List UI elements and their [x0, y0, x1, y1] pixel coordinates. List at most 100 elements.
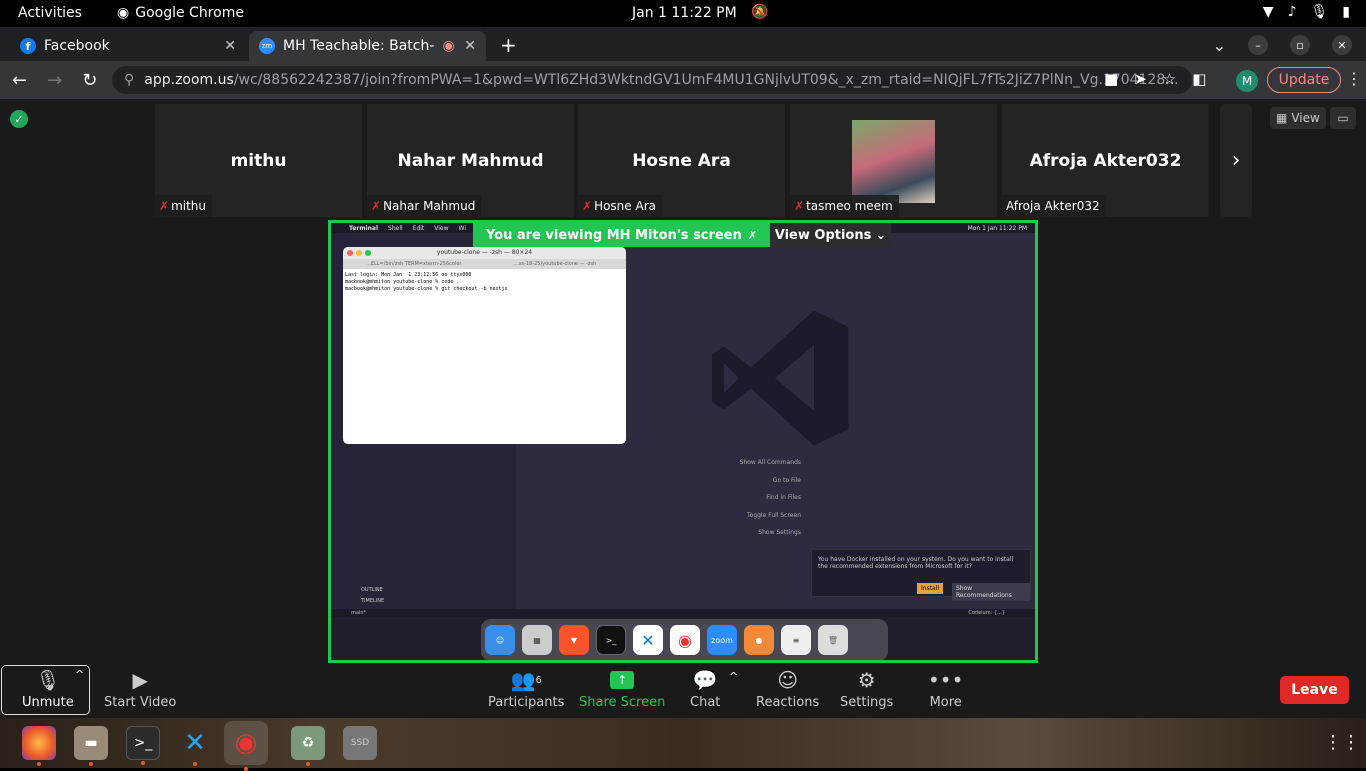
firefox-icon[interactable]: [22, 726, 56, 766]
share-screen-label: Share Screen: [579, 695, 666, 710]
view-options-button[interactable]: View Options ⌄: [770, 223, 891, 247]
settings-button[interactable]: ⚙ Settings: [840, 668, 893, 710]
zoom-icon: zm: [259, 38, 275, 54]
reactions-button[interactable]: ☺ Reactions: [756, 668, 819, 710]
chat-button[interactable]: 💬 Chat: [690, 668, 720, 710]
start-video-button[interactable]: ▶ Start Video: [104, 668, 176, 710]
participant-tile[interactable]: mithu ✗ mithu: [155, 104, 362, 217]
activities-button[interactable]: Activities: [18, 5, 82, 21]
participant-tile[interactable]: Afroja Akter032 Afroja Akter032: [1002, 104, 1209, 217]
mic-muted-icon: ✗: [747, 228, 758, 242]
app-grid-icon[interactable]: ⋮⋮⋮: [1324, 732, 1366, 753]
profile-avatar[interactable]: M: [1236, 70, 1258, 92]
url-path: /wc/88562242387/join?fromPWA=1&pwd=WTl6Z…: [233, 72, 1179, 88]
close-tab-icon[interactable]: ✕: [464, 38, 476, 54]
label-text: tasmeo meem: [806, 199, 893, 213]
tab-search-icon[interactable]: ⌄: [1213, 36, 1226, 55]
tab-teachable[interactable]: zm MH Teachable: Batch- ◉ ✕: [249, 31, 486, 61]
chrome-icon[interactable]: ◉: [224, 721, 268, 771]
participants-icon: 👥 6: [510, 668, 542, 692]
terminal-title-bar: youtube-clone — -zsh — 80×24: [343, 247, 626, 259]
reload-icon[interactable]: ↻: [82, 70, 97, 91]
camera-icon[interactable]: ■: [1104, 70, 1118, 88]
terminal-title: youtube-clone — -zsh — 80×24: [436, 249, 533, 256]
participant-photo: [852, 120, 935, 203]
view-button[interactable]: ▦ View: [1270, 107, 1326, 129]
update-button[interactable]: Update: [1267, 67, 1341, 93]
vscode-command-hints: Show All Commands Go to File Find in Fil…: [691, 459, 801, 547]
preview-icon: ≡: [781, 625, 811, 655]
url-field[interactable]: ⚲ app.zoom.us/wc/88562242387/join?fromPW…: [112, 66, 1192, 94]
wifi-icon: ▼: [1262, 4, 1274, 20]
minimize-button[interactable]: –: [1248, 35, 1268, 55]
forward-icon[interactable]: →: [47, 70, 62, 91]
pip-icon: ▭: [1337, 111, 1349, 125]
brave-icon: ▼: [559, 625, 589, 655]
participant-tile[interactable]: ✗ tasmeo meem: [790, 104, 997, 217]
bell-off-icon[interactable]: 🔕: [751, 4, 768, 20]
menu-icon[interactable]: ⋮: [1346, 69, 1362, 88]
git-branch: main*: [351, 610, 366, 616]
share-screen-button[interactable]: ↑ Share Screen: [579, 668, 665, 710]
audio-options-icon[interactable]: ^: [75, 668, 84, 681]
trash-icon[interactable]: ♻: [291, 726, 325, 766]
mac-dock: ☺ ▦ ▼ >_ ✕ ◉ zoom ● ≡ 🗑: [481, 619, 888, 660]
mic-icon: 🎙: [1310, 4, 1329, 20]
terminal-tab: ...ELL=/bin/zsh TERM=xterm-256color: [366, 261, 462, 267]
unmute-control[interactable]: 🎙 Unmute: [22, 668, 74, 710]
terminal-window: youtube-clone — -zsh — 80×24 ...ELL=/bin…: [343, 247, 626, 444]
participant-label: ✗ tasmeo meem: [790, 195, 899, 217]
trash-icon: 🗑: [818, 625, 848, 655]
more-button[interactable]: ••• More: [928, 668, 963, 710]
vscode-icon[interactable]: ✕: [178, 726, 212, 766]
vscode-icon: ✕: [633, 625, 663, 655]
participants-button[interactable]: 👥 6 Participants: [488, 668, 564, 710]
restore-button[interactable]: ▫: [1290, 35, 1310, 55]
ssd-icon[interactable]: SSD: [343, 726, 377, 760]
new-tab-button[interactable]: +: [500, 33, 517, 57]
site-info-icon[interactable]: ⚲: [124, 72, 134, 88]
mic-muted-icon: ✗: [159, 199, 170, 213]
side-panel-icon[interactable]: ◧: [1192, 70, 1206, 88]
mic-muted-icon: ✗: [794, 199, 805, 213]
close-tab-icon[interactable]: ✕: [224, 38, 236, 54]
chevron-down-icon: ⌄: [875, 227, 887, 243]
files-icon[interactable]: ▬: [74, 726, 108, 766]
tab-title: Facebook: [44, 38, 110, 54]
back-icon[interactable]: ←: [12, 70, 27, 91]
gnome-top-bar: Activities ◉ Google Chrome Jan 1 11:22 PM…: [0, 0, 1366, 27]
pip-button[interactable]: ▭: [1330, 107, 1356, 129]
battery-icon: ▮: [1342, 4, 1350, 20]
finder-icon: ☺: [485, 625, 515, 655]
leave-button[interactable]: Leave: [1280, 676, 1349, 704]
send-icon[interactable]: ➤: [1134, 70, 1147, 88]
system-tray[interactable]: ▼ ♪ 🎙 ▮: [1263, 4, 1350, 20]
chat-options-icon[interactable]: ^: [729, 670, 738, 683]
mac-menu: Wi: [458, 224, 466, 232]
participant-tile[interactable]: Hosne Ara ✗ Hosne Ara: [578, 104, 785, 217]
app-name: Google Chrome: [135, 5, 244, 21]
mic-muted-icon: 🎙: [35, 668, 61, 692]
tab-title: MH Teachable: Batch-: [283, 38, 435, 54]
participant-label: Afroja Akter032: [1002, 195, 1106, 217]
command-hint: Show All Commands: [739, 459, 801, 466]
app-menu[interactable]: ◉ Google Chrome: [117, 5, 244, 21]
participant-name: Nahar Mahmud: [397, 151, 544, 171]
view-options-label: View Options: [774, 227, 872, 243]
participant-tile[interactable]: Nahar Mahmud ✗ Nahar Mahmud: [367, 104, 574, 217]
shield-icon[interactable]: ✓: [10, 110, 28, 128]
tab-facebook[interactable]: f Facebook ✕: [10, 31, 246, 61]
shared-screen[interactable]: Terminal Shell Edit View Wi Mon 1 Jan 11…: [328, 220, 1038, 663]
volume-icon: ♪: [1287, 4, 1297, 20]
next-page-button[interactable]: ›: [1220, 104, 1252, 217]
terminal-icon[interactable]: >_: [126, 726, 160, 765]
unmute-label: Unmute: [22, 695, 74, 710]
bookmark-star-icon[interactable]: ☆: [1163, 70, 1176, 88]
participant-label: ✗ Nahar Mahmud: [367, 195, 482, 217]
clock[interactable]: Jan 1 11:22 PM: [632, 5, 737, 21]
facebook-icon: f: [20, 38, 36, 54]
mac-clock: Mon 1 Jan 11:22 PM: [967, 224, 1027, 232]
vscode-outline: OUTLINE TIMELINE: [351, 587, 516, 604]
close-window-button[interactable]: ✕: [1332, 35, 1352, 55]
recorder-icon: ●: [744, 625, 774, 655]
